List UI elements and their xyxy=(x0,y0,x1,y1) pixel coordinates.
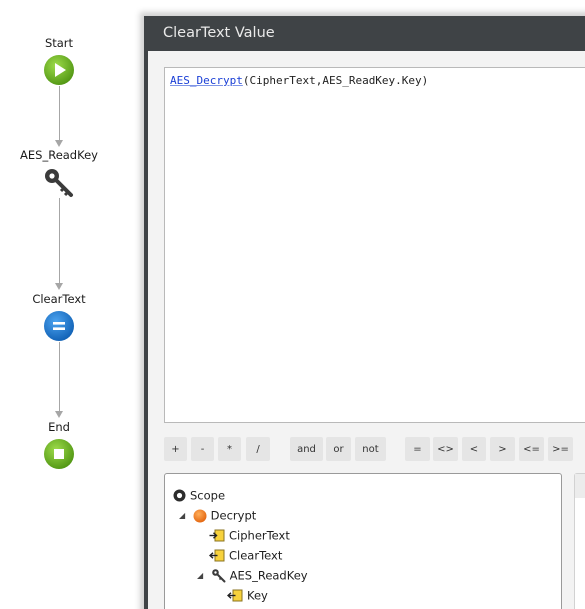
not-equals-button[interactable]: <> xyxy=(433,437,458,461)
tree-item-label: AES_ReadKey xyxy=(229,568,308,583)
tree-item-ciphertext[interactable]: CipherText xyxy=(209,525,290,545)
canvas: Start AES_ReadKey ClearText End ClearTex… xyxy=(0,0,585,609)
start-icon[interactable] xyxy=(43,54,75,86)
greater-than-button[interactable]: > xyxy=(490,437,515,461)
tree-item-label: Scope xyxy=(190,488,226,503)
end-label: End xyxy=(48,420,70,434)
plus-button[interactable]: + xyxy=(164,437,187,461)
expression-editor-dialog: ClearText Value AES_Decrypt(CipherText,A… xyxy=(144,16,585,609)
connector-arrow xyxy=(55,283,63,290)
key-icon[interactable] xyxy=(42,166,76,200)
equals-button[interactable]: = xyxy=(405,437,430,461)
connector-line xyxy=(59,342,60,412)
tree-item-label: Decrypt xyxy=(210,508,257,523)
dialog-body: AES_Decrypt(CipherText,AES_ReadKey.Key) … xyxy=(148,51,585,609)
output-parameter-icon xyxy=(209,549,225,562)
expression-arguments: (CipherText,AES_ReadKey.Key) xyxy=(242,74,429,87)
side-panel-tab[interactable] xyxy=(575,474,585,498)
tree-item-decrypt[interactable]: ◢ Decrypt xyxy=(179,505,256,525)
tree-item-aes-readkey[interactable]: ◢ AES_ReadKey xyxy=(197,565,308,585)
connector-arrow xyxy=(55,411,63,418)
tree-item-key[interactable]: Key xyxy=(227,585,268,605)
output-parameter-icon xyxy=(227,589,243,602)
connector-line xyxy=(59,86,60,141)
and-button[interactable]: and xyxy=(290,437,323,461)
tree-item-label: ClearText xyxy=(229,548,283,563)
flow-node-start[interactable]: Start xyxy=(0,36,118,86)
scope-icon xyxy=(173,489,186,502)
expand-caret-icon[interactable]: ◢ xyxy=(197,566,207,586)
scope-tree[interactable]: Scope ◢ Decrypt CipherText ClearText ◢ A… xyxy=(164,473,562,609)
flow-node-cleartext[interactable]: ClearText xyxy=(0,292,118,342)
connector-arrow xyxy=(55,140,63,147)
tree-item-scope[interactable]: Scope xyxy=(173,485,225,505)
key-icon xyxy=(211,569,226,583)
start-label: Start xyxy=(44,36,74,50)
or-button[interactable]: or xyxy=(326,437,351,461)
expression-input[interactable]: AES_Decrypt(CipherText,AES_ReadKey.Key) xyxy=(164,67,585,423)
expression-function-token[interactable]: AES_Decrypt xyxy=(170,74,243,87)
assign-icon[interactable] xyxy=(43,310,75,342)
less-than-button[interactable]: < xyxy=(462,437,486,461)
expand-caret-icon[interactable]: ◢ xyxy=(179,506,189,526)
greater-or-equal-button[interactable]: >= xyxy=(548,437,573,461)
not-button[interactable]: not xyxy=(355,437,386,461)
dialog-title: ClearText Value xyxy=(144,16,585,51)
tree-item-label: CipherText xyxy=(229,528,290,543)
tree-item-cleartext[interactable]: ClearText xyxy=(209,545,282,565)
less-or-equal-button[interactable]: <= xyxy=(519,437,544,461)
flow-node-aes-readkey[interactable]: AES_ReadKey xyxy=(0,148,118,200)
connector-line xyxy=(59,198,60,284)
multiply-button[interactable]: * xyxy=(218,437,241,461)
tree-item-label: Key xyxy=(247,588,268,603)
flow-node-end[interactable]: End xyxy=(0,420,118,470)
end-icon[interactable] xyxy=(43,438,75,470)
cleartext-label: ClearText xyxy=(32,292,86,306)
action-icon xyxy=(193,509,207,522)
minus-button[interactable]: - xyxy=(191,437,214,461)
side-panel xyxy=(574,473,585,609)
aes-readkey-label: AES_ReadKey xyxy=(20,148,98,162)
divide-button[interactable]: / xyxy=(246,437,270,461)
input-parameter-icon xyxy=(209,529,225,542)
